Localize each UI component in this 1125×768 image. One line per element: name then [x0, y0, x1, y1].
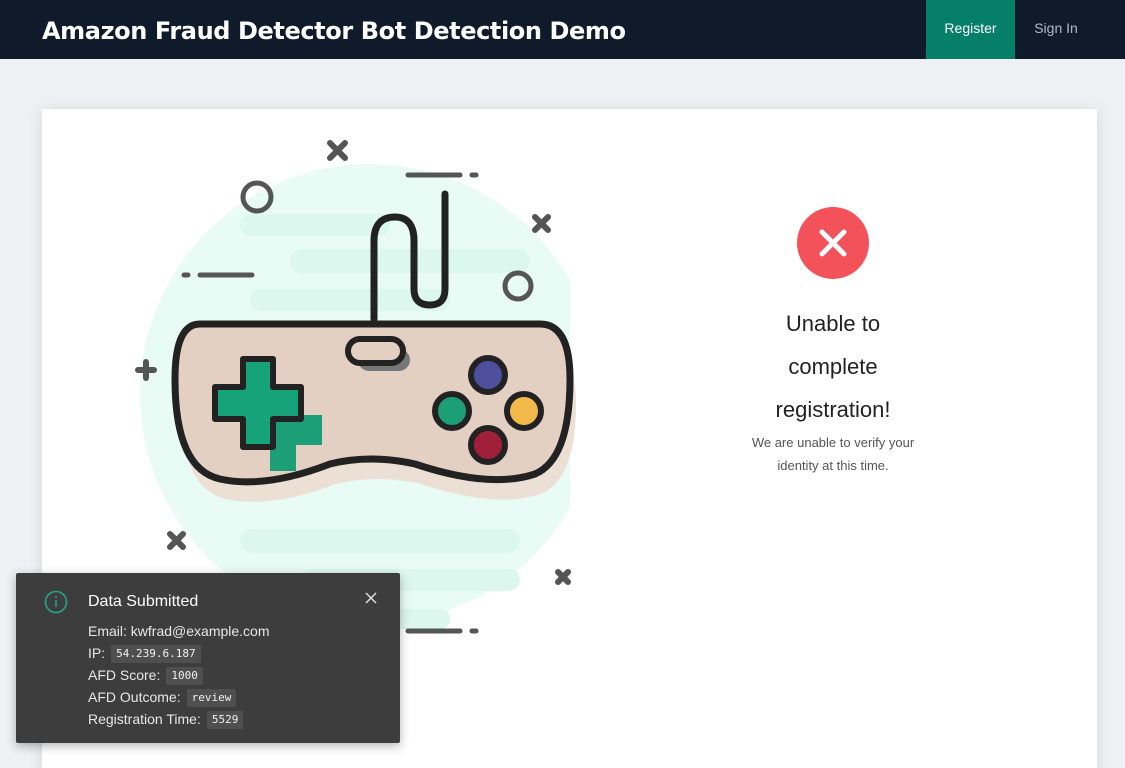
afd-outcome-value: review — [186, 689, 237, 707]
ip-label: IP: — [88, 645, 106, 661]
register-nav-link[interactable]: Register — [926, 0, 1015, 59]
result-message-line: We are unable to verify your — [751, 435, 915, 450]
game-controller-illustration — [135, 140, 576, 634]
registration-time-value: 5529 — [206, 711, 244, 729]
result-title: Unable to complete registration! — [732, 302, 934, 431]
afd-outcome-row: AFD Outcome: review — [88, 686, 270, 708]
afd-score-value: 1000 — [166, 667, 203, 685]
result-title-line: Unable to — [785, 311, 881, 336]
afd-outcome-label: AFD Outcome: — [88, 689, 181, 705]
top-navbar: Amazon Fraud Detector Bot Detection Demo… — [0, 0, 1125, 59]
result-title-line: complete — [788, 354, 878, 379]
result-panel: Unable to complete registration! We are … — [732, 207, 934, 477]
data-submitted-notification: Data Submitted Email: kwfrad@example.com… — [16, 573, 400, 743]
afd-score-label: AFD Score: — [88, 667, 161, 683]
result-message-line: identity at this time. — [777, 458, 889, 473]
ip-value: 54.239.6.187 — [111, 645, 201, 663]
notification-details: Email: kwfrad@example.com IP: 54.239.6.18… — [88, 620, 270, 730]
email-value: kwfrad@example.com — [130, 623, 270, 639]
error-x-icon — [797, 207, 869, 279]
registration-time-row: Registration Time: 5529 — [88, 708, 270, 730]
afd-score-row: AFD Score: 1000 — [88, 664, 270, 686]
sign-in-nav-link[interactable]: Sign In — [1015, 0, 1097, 59]
close-icon[interactable] — [362, 589, 380, 607]
ip-row: IP: 54.239.6.187 — [88, 642, 270, 664]
email-label: Email: — [88, 623, 127, 639]
notification-title: Data Submitted — [88, 593, 199, 610]
email-row: Email: kwfrad@example.com — [88, 620, 270, 642]
info-icon — [44, 590, 68, 614]
result-message: We are unable to verify your identity at… — [732, 431, 934, 477]
app-title: Amazon Fraud Detector Bot Detection Demo — [42, 17, 626, 45]
registration-time-label: Registration Time: — [88, 711, 201, 727]
result-title-line: registration! — [775, 397, 891, 422]
